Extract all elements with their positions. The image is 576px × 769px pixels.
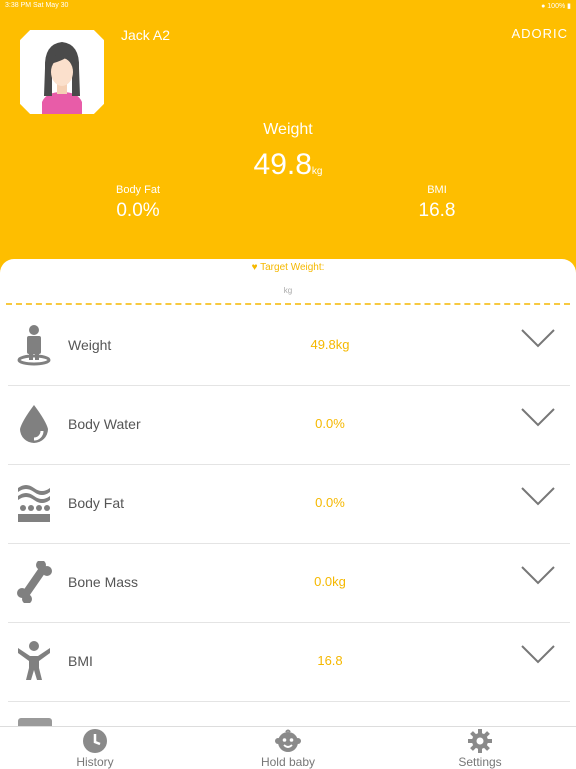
person-arms-up-icon: [18, 641, 50, 680]
person-on-scale-icon: [17, 325, 51, 366]
metric-row-body-fat[interactable]: Body Fat 0.0%: [8, 464, 570, 544]
battery-icon: ▮: [567, 3, 571, 10]
metric-row-body-water[interactable]: Body Water 0.0%: [8, 385, 570, 465]
chevron-down-icon[interactable]: [520, 642, 556, 666]
next-row-icon-partial: [18, 718, 52, 726]
body-fat-stat: Body Fat 0.0%: [98, 184, 178, 222]
weight-number: 49.8: [253, 148, 312, 181]
baby-face-icon: [275, 729, 301, 752]
tab-hold-baby[interactable]: Hold baby: [228, 727, 348, 769]
tab-label: Settings: [458, 755, 502, 769]
bmi-stat: BMI 16.8: [397, 184, 477, 222]
body-fat-value: 0.0%: [116, 200, 160, 221]
tab-settings[interactable]: Settings: [420, 727, 540, 769]
weight-value: 49.8kg: [0, 148, 576, 182]
metric-name: Body Water: [68, 416, 141, 432]
metric-value: 0.0%: [315, 416, 345, 431]
weight-unit: kg: [311, 166, 323, 177]
tab-label: Hold baby: [260, 755, 316, 769]
chevron-down-icon[interactable]: [520, 484, 556, 508]
target-weight-label: Target Weight:: [260, 262, 325, 273]
metric-name: BMI: [68, 653, 93, 669]
bmi-value: 16.8: [418, 200, 456, 221]
brand-logo: ADORIC: [511, 26, 568, 41]
metric-row-weight[interactable]: Weight 49.8kg: [8, 306, 570, 386]
clock-icon: [83, 729, 107, 753]
chevron-down-icon[interactable]: [520, 405, 556, 429]
metric-value: 16.8: [317, 653, 343, 668]
metric-row-bmi[interactable]: BMI 16.8: [8, 622, 570, 702]
target-weight[interactable]: ♥ Target Weight:: [0, 262, 576, 273]
status-battery: ● 100% ▮: [541, 2, 571, 10]
metric-name: Body Fat: [68, 495, 125, 511]
heart-icon: ♥: [251, 262, 258, 273]
chevron-down-icon[interactable]: [520, 563, 556, 587]
target-weight-unit: kg: [283, 286, 293, 295]
dashed-divider: [6, 303, 570, 305]
status-time: 3:38 PM Sat May 30: [5, 2, 69, 9]
woman-avatar-icon: [42, 42, 82, 114]
gear-icon: [468, 729, 492, 753]
fat-layer-icon: [18, 485, 50, 522]
bone-icon: [17, 561, 52, 603]
chevron-down-icon[interactable]: [520, 326, 556, 350]
water-drop-icon: [20, 405, 48, 443]
tab-label: History: [76, 755, 114, 769]
avatar[interactable]: [20, 30, 104, 114]
metric-value: 0.0%: [315, 495, 345, 510]
header: 3:38 PM Sat May 30 ● 100% ▮ Jack A2 ADOR…: [0, 0, 576, 280]
weight-label: Weight: [263, 121, 313, 138]
metric-name: Bone Mass: [68, 574, 139, 590]
metric-value: 49.8kg: [310, 337, 350, 352]
metric-row-bone-mass[interactable]: Bone Mass 0.0kg: [8, 543, 570, 623]
user-name[interactable]: Jack A2: [121, 27, 170, 43]
tab-bar: History Hold baby Settings: [0, 726, 576, 769]
battery-percent: 100%: [547, 3, 566, 10]
body-fat-label: Body Fat: [115, 184, 161, 196]
bmi-label: BMI: [427, 184, 447, 196]
metric-value: 0.0kg: [314, 574, 346, 589]
status-bar: 3:38 PM Sat May 30 ● 100% ▮: [0, 0, 576, 12]
wifi-icon: ●: [541, 3, 546, 10]
tab-history[interactable]: History: [35, 727, 155, 769]
metric-name: Weight: [68, 337, 112, 353]
